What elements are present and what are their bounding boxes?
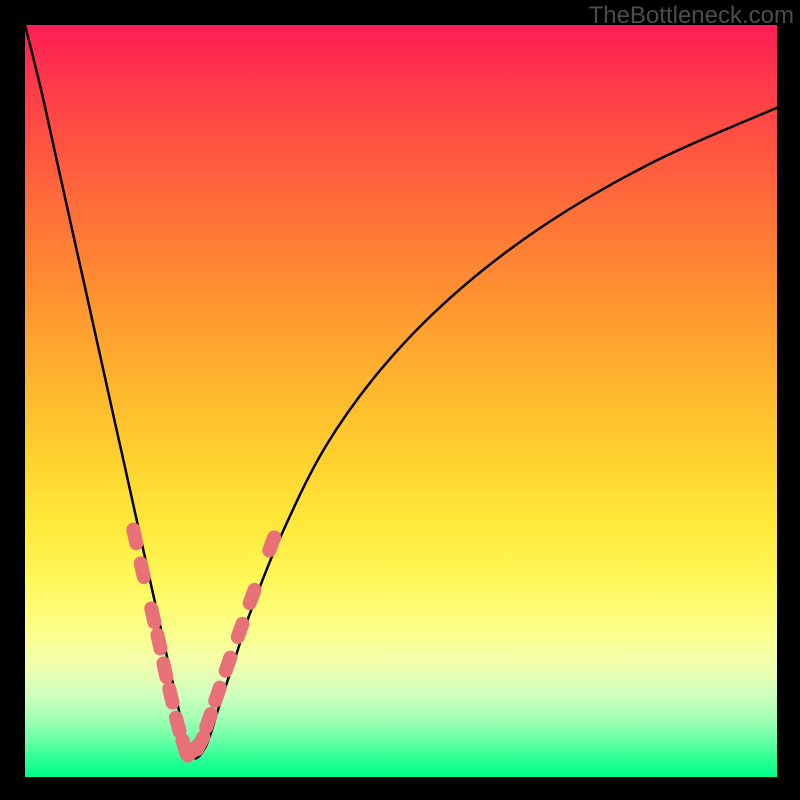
curve-svg bbox=[25, 25, 777, 777]
watermark-text: TheBottleneck.com bbox=[589, 2, 794, 30]
plot-area bbox=[25, 25, 777, 777]
bead-left bbox=[132, 555, 152, 585]
chart-frame: TheBottleneck.com bbox=[0, 0, 800, 800]
bead-right bbox=[260, 528, 283, 559]
bead-left bbox=[143, 600, 163, 630]
beads-group bbox=[125, 521, 283, 765]
bottleneck-curve bbox=[25, 25, 777, 758]
bead-left bbox=[125, 521, 145, 551]
bead-left bbox=[155, 655, 175, 685]
bead-right bbox=[206, 679, 228, 710]
bead-left bbox=[149, 626, 169, 656]
bead-left bbox=[161, 681, 181, 711]
